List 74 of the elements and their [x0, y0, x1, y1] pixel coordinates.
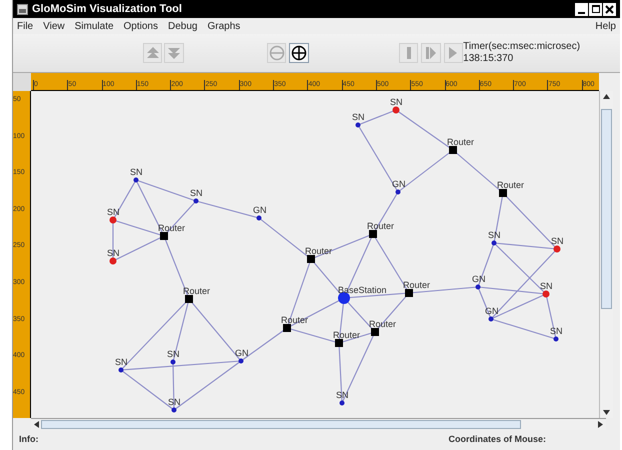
node-label: GN	[485, 306, 498, 316]
up-arrow-icon	[144, 45, 161, 61]
close-icon	[605, 4, 614, 14]
window-title: GloMoSim Visualization Tool	[32, 2, 182, 17]
router-marker	[369, 230, 377, 238]
menu-item[interactable]: Graphs	[207, 18, 240, 34]
node-label: GN	[235, 348, 248, 358]
maximize-button[interactable]	[589, 2, 602, 16]
router-marker	[335, 339, 343, 347]
node-label: SN	[107, 248, 120, 258]
scroll-up-icon	[603, 94, 610, 99]
menu-item[interactable]: Options	[124, 18, 158, 34]
router-marker	[405, 289, 413, 297]
node-label: Router	[158, 223, 186, 233]
router-marker	[449, 146, 457, 154]
down-arrow-icon	[166, 45, 182, 61]
zoom-in-icon	[291, 45, 308, 61]
node-label: SN	[107, 207, 120, 217]
menu-item[interactable]: File	[17, 18, 34, 34]
node-label: Router	[447, 137, 474, 147]
node-label: Router	[367, 221, 394, 231]
node-label: SN	[352, 112, 365, 122]
node-label: SN	[551, 236, 564, 246]
node-label: Router	[183, 286, 210, 296]
node-label: SN	[190, 188, 203, 198]
menu-item[interactable]: Debug	[168, 18, 198, 34]
node-label: SN	[336, 390, 349, 400]
router-marker	[160, 232, 168, 240]
ruler-corner	[13, 73, 31, 91]
close-button[interactable]	[603, 2, 616, 16]
menu-item[interactable]: Simulate	[74, 18, 114, 34]
node-label: SN	[540, 281, 553, 291]
node-label: GN	[472, 274, 486, 284]
node-label: SN	[168, 397, 181, 407]
minimize-button[interactable]	[575, 2, 588, 16]
toolbar-button[interactable]	[289, 43, 309, 63]
node-label: GN	[392, 179, 406, 189]
scroll-down-icon	[603, 410, 610, 415]
router-marker	[185, 295, 193, 303]
scrollbar-thumb[interactable]	[41, 420, 521, 429]
router-marker	[371, 328, 379, 336]
node-label: Router	[333, 330, 360, 340]
menu-item[interactable]: View	[43, 18, 65, 34]
vertical-scrollbar[interactable]	[599, 91, 613, 418]
node-label: SN	[115, 357, 128, 367]
node-label: Router	[281, 315, 308, 325]
app-icon	[17, 4, 28, 14]
node-label: Router	[497, 180, 524, 190]
zoom-out-icon	[268, 45, 285, 61]
node-label: GN	[253, 205, 266, 215]
node-label: BaseStation	[338, 285, 387, 295]
bar-icon	[406, 47, 411, 59]
router-marker	[307, 255, 315, 263]
node-label: SN	[167, 349, 180, 359]
info-label: Info:	[19, 433, 38, 446]
menu-item[interactable]: Help	[595, 18, 616, 34]
base-station-marker	[338, 292, 350, 304]
scroll-right-icon	[598, 421, 603, 428]
node-label: SN	[130, 167, 143, 177]
timer-value: 138:15:370	[463, 53, 514, 65]
maximize-icon	[592, 5, 600, 13]
node-label: Router	[403, 280, 430, 290]
mouse-coordinates-label: Coordinates of Mouse:	[448, 433, 546, 446]
node-label: SN	[488, 230, 501, 240]
node-label: Router	[369, 319, 396, 329]
node-label: SN	[550, 326, 563, 336]
scroll-left-icon	[34, 421, 39, 428]
node-label: SN	[390, 97, 403, 107]
router-marker	[499, 189, 507, 197]
node-label: Router	[305, 246, 332, 256]
scrollbar-thumb[interactable]	[601, 109, 612, 309]
minimize-icon	[578, 12, 585, 14]
timer-label: Timer(sec:msec:microsec)	[463, 41, 580, 53]
router-marker	[283, 324, 291, 332]
